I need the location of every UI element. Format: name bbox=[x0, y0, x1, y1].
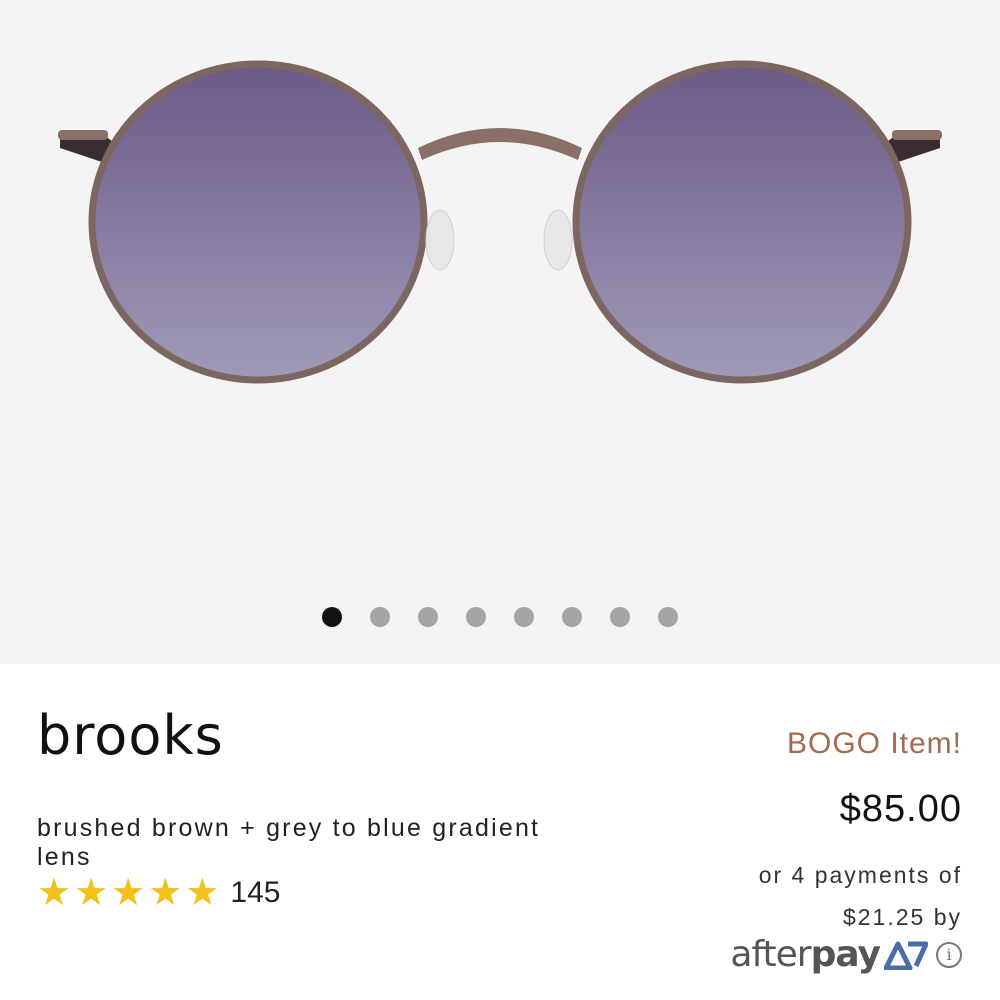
carousel-dot[interactable] bbox=[418, 607, 438, 627]
carousel-dot[interactable] bbox=[562, 607, 582, 627]
afterpay-logo[interactable]: afterpay i bbox=[730, 934, 962, 975]
carousel-dot[interactable] bbox=[370, 607, 390, 627]
star-icon: ★ bbox=[148, 872, 183, 914]
carousel-pagination bbox=[0, 607, 1000, 629]
afterpay-wordmark-bold: pay bbox=[810, 934, 881, 975]
afterpay-wordmark-light: after bbox=[730, 934, 811, 975]
product-name: brooks bbox=[37, 704, 224, 767]
carousel-dot[interactable] bbox=[322, 607, 342, 627]
installments-text: or 4 payments of $21.25 by bbox=[662, 854, 962, 938]
star-icon: ★ bbox=[111, 872, 146, 914]
product-image-gallery[interactable] bbox=[0, 0, 1000, 664]
star-icon: ★ bbox=[37, 872, 72, 914]
afterpay-wordmark: afterpay bbox=[730, 934, 881, 975]
star-icon: ★ bbox=[185, 872, 220, 914]
product-price: $85.00 bbox=[839, 788, 962, 830]
star-icon: ★ bbox=[74, 872, 109, 914]
product-variant: brushed brown + grey to blue gradient le… bbox=[37, 814, 541, 871]
rating[interactable]: ★ ★ ★ ★ ★ 145 bbox=[37, 874, 280, 912]
product-info: brooks brushed brown + grey to blue grad… bbox=[0, 664, 1000, 1000]
info-icon[interactable]: i bbox=[936, 941, 962, 968]
carousel-dot[interactable] bbox=[514, 607, 534, 627]
carousel-dot[interactable] bbox=[466, 607, 486, 627]
carousel-dot[interactable] bbox=[610, 607, 630, 627]
carousel-dot[interactable] bbox=[658, 607, 678, 627]
review-count[interactable]: 145 bbox=[230, 876, 280, 910]
promo-badge: BOGO Item! bbox=[786, 727, 962, 760]
product-image bbox=[58, 60, 942, 384]
afterpay-arrows-icon bbox=[884, 941, 928, 970]
installments-line1: or 4 payments of bbox=[758, 862, 962, 888]
installments-line2: $21.25 by bbox=[842, 904, 962, 930]
